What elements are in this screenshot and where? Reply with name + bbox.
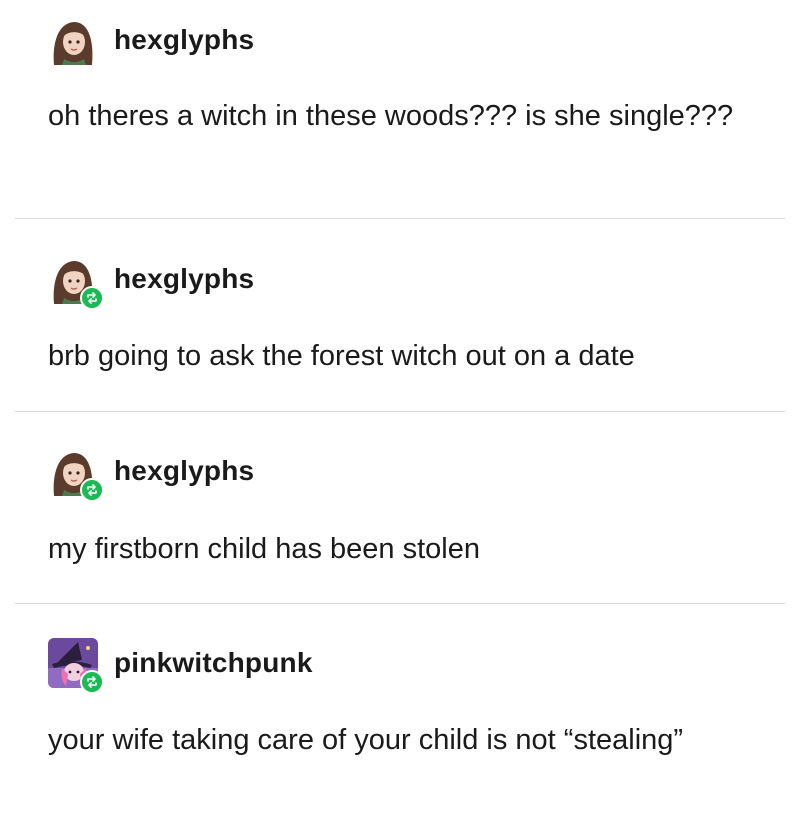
avatar[interactable] [48,638,104,694]
username[interactable]: hexglyphs [114,263,254,295]
divider [15,411,785,412]
brown-haired-girl-avatar-icon [48,15,98,65]
post-header: hexglyphs [48,15,254,65]
reblog-icon [80,286,104,310]
username[interactable]: hexglyphs [114,24,254,56]
username[interactable]: pinkwitchpunk [114,647,313,679]
post-header: hexglyphs [48,446,254,502]
divider [15,603,785,604]
avatar[interactable] [48,15,98,65]
reblog-icon [80,478,104,502]
reblog-icon [80,670,104,694]
reblog-thread: hexglyphs oh theres a witch in these woo… [0,0,800,838]
post-header: pinkwitchpunk [48,638,313,694]
avatar[interactable] [48,254,104,310]
post-text: your wife taking care of your child is n… [48,724,684,756]
post-text: brb going to ask the forest witch out on… [48,340,635,372]
avatar[interactable] [48,446,104,502]
post-text: oh theres a witch in these woods??? is s… [48,100,734,132]
post-header: hexglyphs [48,254,254,310]
divider [15,218,785,219]
username[interactable]: hexglyphs [114,455,254,487]
post-text: my firstborn child has been stolen [48,533,480,565]
